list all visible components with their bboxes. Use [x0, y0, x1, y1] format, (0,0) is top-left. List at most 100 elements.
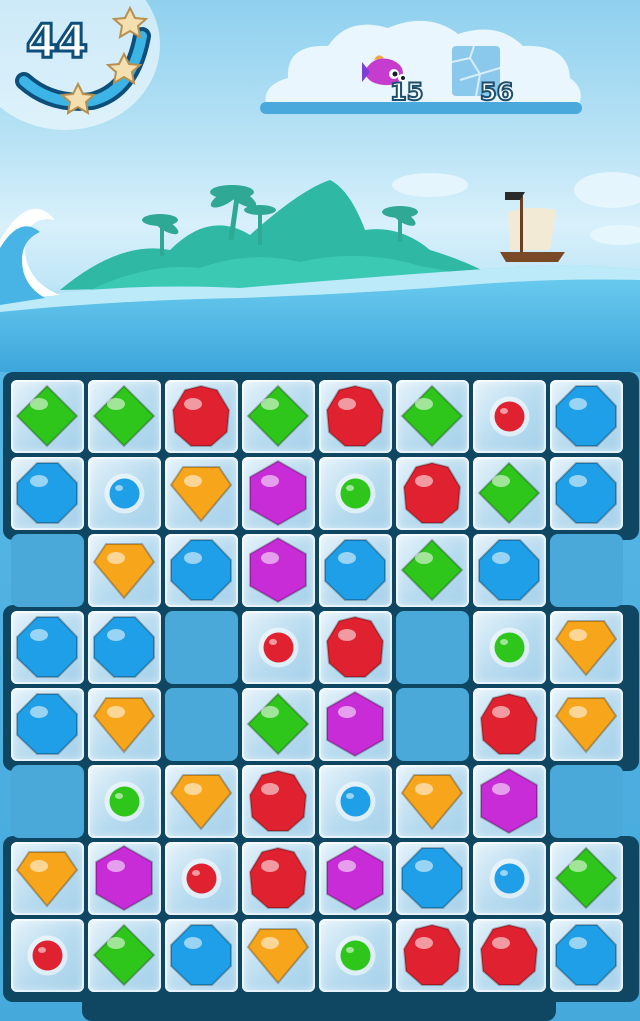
- orange-gem-icon: [15, 851, 79, 908]
- red-gem-icon: [248, 769, 308, 832]
- board-tile[interactable]: [88, 611, 161, 684]
- blue-gem-icon: [555, 462, 617, 524]
- board-tile[interactable]: [165, 919, 238, 992]
- board-tile[interactable]: [396, 534, 469, 607]
- board-tile[interactable]: [242, 611, 315, 684]
- board-tile[interactable]: [319, 842, 392, 915]
- board-tile[interactable]: [550, 842, 623, 915]
- board-tile[interactable]: [242, 842, 315, 915]
- board-tile[interactable]: [11, 688, 84, 761]
- board-tile[interactable]: [88, 380, 161, 453]
- blue-gem-icon: [16, 616, 78, 678]
- ice-goal-count: 56: [479, 77, 514, 107]
- board-tile[interactable]: [319, 611, 392, 684]
- board-tile[interactable]: [88, 534, 161, 607]
- board-tile[interactable]: [11, 919, 84, 992]
- board-tile[interactable]: [396, 919, 469, 992]
- orange-gem-icon: [92, 697, 156, 754]
- board-tile[interactable]: [242, 919, 315, 992]
- board-tile[interactable]: [242, 380, 315, 453]
- board-tile[interactable]: [319, 534, 392, 607]
- board-tile[interactable]: [11, 842, 84, 915]
- empty-slot: [11, 534, 84, 607]
- board-tile[interactable]: [242, 534, 315, 607]
- green-gem-icon: [477, 461, 541, 525]
- green-gem-icon: [400, 538, 464, 602]
- board-tile[interactable]: [319, 457, 392, 530]
- blue-gem-icon: [478, 539, 540, 601]
- board-tile[interactable]: [473, 457, 546, 530]
- board-tile[interactable]: [473, 842, 546, 915]
- board-tile[interactable]: [473, 611, 546, 684]
- board-tile[interactable]: [396, 380, 469, 453]
- blue-orb-icon: [489, 858, 530, 899]
- red-orb-icon: [181, 858, 222, 899]
- board-tile[interactable]: [319, 765, 392, 838]
- board-tile[interactable]: [165, 765, 238, 838]
- board-tile[interactable]: [88, 457, 161, 530]
- red-gem-icon: [479, 692, 539, 755]
- board-tile[interactable]: [165, 534, 238, 607]
- red-gem-icon: [402, 461, 462, 524]
- orange-gem-icon: [169, 774, 233, 831]
- green-gem-icon: [92, 384, 156, 448]
- board-tile[interactable]: [396, 765, 469, 838]
- empty-slot: [396, 611, 469, 684]
- board-tile[interactable]: [550, 457, 623, 530]
- board-tile[interactable]: [550, 380, 623, 453]
- game-board: [3, 372, 639, 1021]
- board-tile[interactable]: [319, 688, 392, 761]
- board-tile[interactable]: [473, 919, 546, 992]
- board-tile[interactable]: [473, 765, 546, 838]
- orange-gem-icon: [246, 928, 310, 985]
- wave-decoration: [0, 208, 60, 305]
- board-tile[interactable]: [165, 842, 238, 915]
- moves-remaining-count: 44: [25, 13, 90, 70]
- board-tile[interactable]: [319, 919, 392, 992]
- board-tile[interactable]: [550, 919, 623, 992]
- green-orb-icon: [335, 935, 376, 976]
- purple-gem-icon: [480, 767, 538, 835]
- sailing-ship-icon: [500, 192, 565, 262]
- board-tile[interactable]: [550, 688, 623, 761]
- board-tile[interactable]: [319, 380, 392, 453]
- blue-gem-icon: [16, 462, 78, 524]
- blue-gem-icon: [93, 616, 155, 678]
- board-tile[interactable]: [242, 688, 315, 761]
- board-tile[interactable]: [165, 457, 238, 530]
- board-tile[interactable]: [11, 611, 84, 684]
- orange-gem-icon: [169, 466, 233, 523]
- red-orb-icon: [489, 396, 530, 437]
- purple-gem-icon: [326, 690, 384, 758]
- board-tile[interactable]: [550, 611, 623, 684]
- green-gem-icon: [554, 846, 618, 910]
- green-gem-icon: [246, 692, 310, 756]
- board-tile[interactable]: [88, 688, 161, 761]
- board-tile[interactable]: [88, 765, 161, 838]
- board-tile[interactable]: [473, 688, 546, 761]
- orange-gem-icon: [554, 620, 618, 677]
- purple-gem-icon: [249, 459, 307, 527]
- green-gem-icon: [400, 384, 464, 448]
- board-tile[interactable]: [88, 919, 161, 992]
- red-gem-icon: [479, 923, 539, 986]
- board-tile[interactable]: [242, 765, 315, 838]
- blue-gem-icon: [401, 847, 463, 909]
- board-tile[interactable]: [88, 842, 161, 915]
- blue-gem-icon: [555, 385, 617, 447]
- board-tile[interactable]: [165, 380, 238, 453]
- board-tile[interactable]: [11, 380, 84, 453]
- board-tile[interactable]: [396, 842, 469, 915]
- board-tile[interactable]: [473, 380, 546, 453]
- green-gem-icon: [246, 384, 310, 448]
- red-gem-icon: [325, 384, 385, 447]
- blue-orb-icon: [104, 473, 145, 514]
- board-tile[interactable]: [396, 457, 469, 530]
- red-orb-icon: [27, 935, 68, 976]
- board-tile[interactable]: [242, 457, 315, 530]
- board-tile[interactable]: [11, 457, 84, 530]
- empty-slot: [11, 765, 84, 838]
- board-tile[interactable]: [473, 534, 546, 607]
- green-gem-icon: [92, 923, 156, 987]
- blue-gem-icon: [555, 924, 617, 986]
